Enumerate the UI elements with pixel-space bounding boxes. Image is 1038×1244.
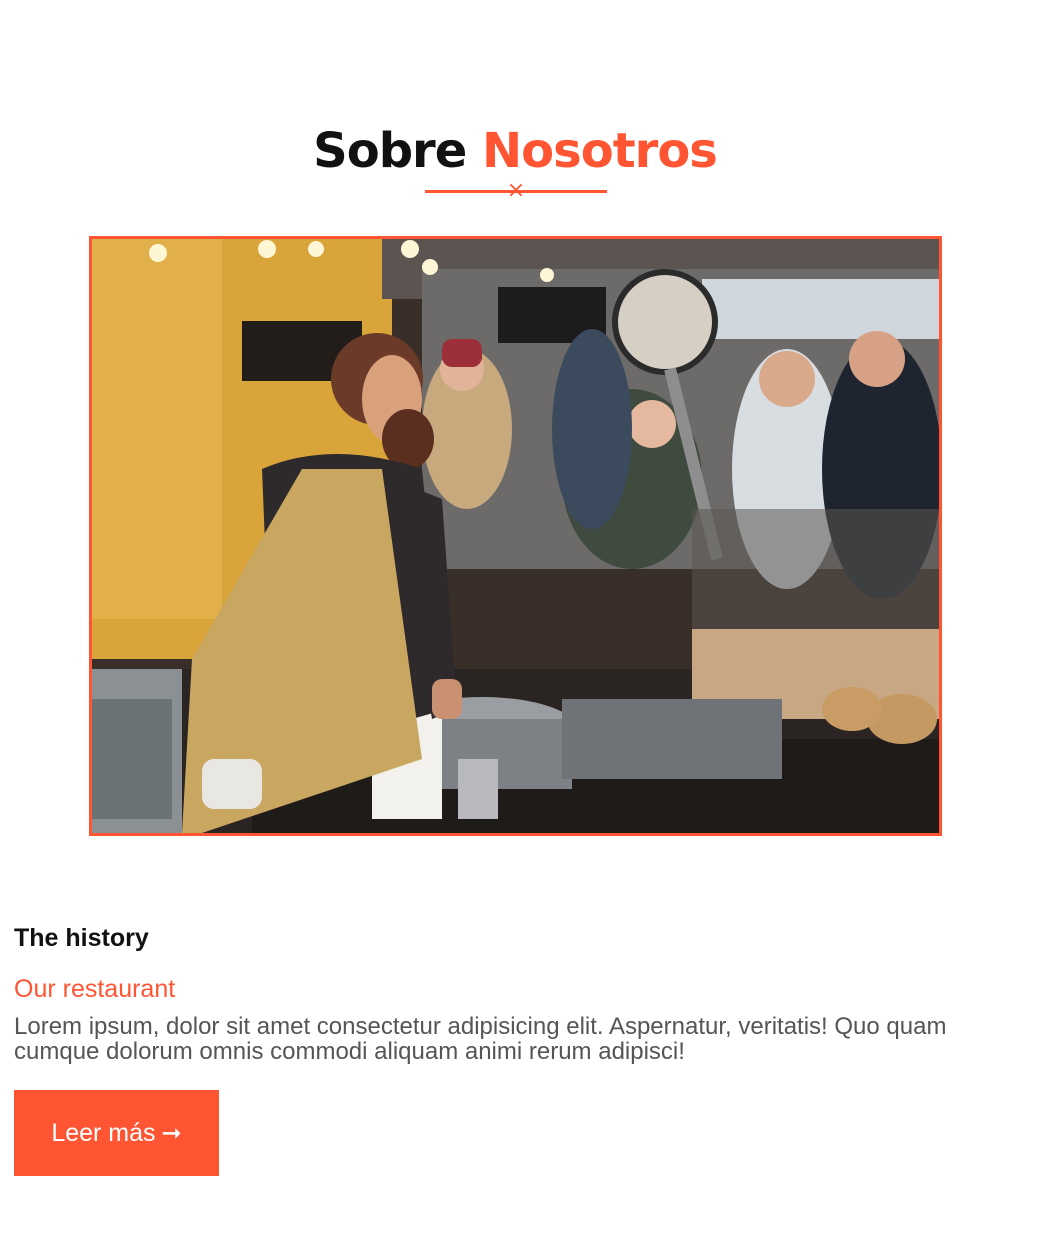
read-more-label: Leer más: [51, 1119, 156, 1147]
history-subheading: Our restaurant: [14, 975, 176, 1003]
about-page: Sobre Nosotros × The history Our restaur…: [0, 0, 1038, 1244]
history-heading: The history: [14, 924, 149, 952]
food-stall-illustration: [92, 239, 939, 833]
divider-cross-icon: ×: [506, 178, 526, 203]
read-more-button[interactable]: Leer más ➞: [14, 1090, 219, 1176]
arrow-right-icon: ➞: [161, 1119, 182, 1147]
section-title: Sobre Nosotros: [0, 116, 1030, 186]
title-part-1: Sobre: [313, 123, 467, 179]
restaurant-photo: [89, 236, 942, 836]
history-body-text: Lorem ipsum, dolor sit amet consectetur …: [14, 1013, 947, 1065]
title-part-2: Nosotros: [482, 123, 718, 179]
